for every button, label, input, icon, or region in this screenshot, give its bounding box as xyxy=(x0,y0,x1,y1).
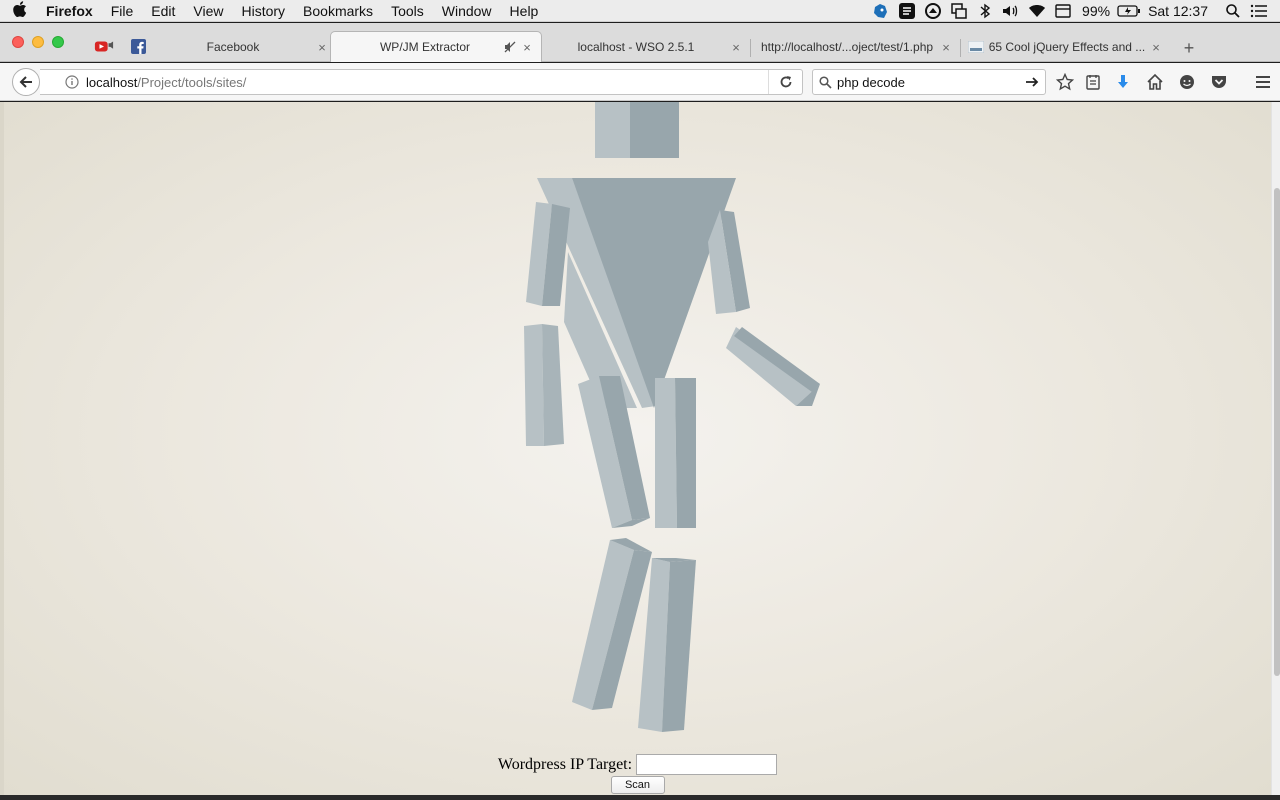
ip-target-label: Wordpress IP Target: xyxy=(497,755,633,773)
tab-title: localhost - WSO 2.5.1 xyxy=(577,40,695,54)
window-bottom-edge xyxy=(0,795,1280,800)
robot-right-thigh-front xyxy=(675,378,696,528)
scan-form: Wordpress IP Target: Scan xyxy=(4,754,1271,794)
tab-close-icon[interactable]: × xyxy=(519,40,535,55)
scan-button[interactable]: Scan xyxy=(610,776,665,794)
screen-share-icon[interactable] xyxy=(946,0,972,22)
tab-close-icon[interactable]: × xyxy=(1148,40,1164,55)
menu-help[interactable]: Help xyxy=(501,3,548,19)
bookmark-star-icon[interactable] xyxy=(1054,71,1076,93)
hello-chat-icon[interactable] xyxy=(1176,71,1198,93)
nav-bar: localhost /Project/tools/sites/ php deco… xyxy=(0,63,1280,101)
tab-wso[interactable]: localhost - WSO 2.5.1 × xyxy=(544,32,744,62)
robot-right-thigh-side xyxy=(655,378,677,528)
sync-icon[interactable] xyxy=(920,0,946,22)
tab-jquery-effects[interactable]: 65 Cool jQuery Effects and ... × xyxy=(966,32,1164,62)
facebook-icon xyxy=(130,38,146,54)
tab-title: WP/JM Extractor xyxy=(379,40,470,54)
hamburger-menu-icon[interactable] xyxy=(1252,71,1274,93)
search-bar[interactable]: php decode xyxy=(812,69,1046,95)
tab-separator xyxy=(960,39,961,57)
battery-icon[interactable] xyxy=(1116,0,1142,22)
reading-list-icon[interactable] xyxy=(1082,71,1104,93)
tab-wp-jm-extractor[interactable]: WP/JM Extractor × xyxy=(330,31,542,62)
pinned-tab-youtube[interactable] xyxy=(94,37,114,55)
search-go-icon[interactable] xyxy=(1019,76,1045,88)
menu-tools[interactable]: Tools xyxy=(382,3,433,19)
new-tab-button[interactable]: + xyxy=(1180,39,1198,57)
status-area: 99% Sat 12:37 xyxy=(868,0,1280,22)
battery-percent: 99% xyxy=(1082,3,1111,19)
menu-bookmarks[interactable]: Bookmarks xyxy=(294,3,382,19)
tab-facebook[interactable]: Facebook × xyxy=(152,32,330,62)
back-button[interactable] xyxy=(12,68,40,96)
tab-title: http://localhost/...oject/test/1.php xyxy=(760,40,934,54)
mute-icon[interactable] xyxy=(501,41,519,53)
window-controls xyxy=(12,36,64,48)
apple-icon[interactable] xyxy=(0,0,40,21)
menu-view[interactable]: View xyxy=(184,3,232,19)
tab-title: Facebook xyxy=(206,40,260,54)
minimize-window-button[interactable] xyxy=(32,36,44,48)
volume-icon[interactable] xyxy=(998,0,1024,22)
wifi-icon[interactable] xyxy=(1024,0,1050,22)
tab-close-icon[interactable]: × xyxy=(314,40,330,55)
evernote-icon[interactable] xyxy=(868,0,894,22)
ip-target-input[interactable] xyxy=(636,754,778,775)
scrollbar-thumb[interactable] xyxy=(1274,188,1280,676)
menu-bar: Firefox File Edit View History Bookmarks… xyxy=(0,0,1280,22)
info-icon[interactable] xyxy=(58,75,86,89)
bluetooth-icon[interactable] xyxy=(972,0,998,22)
robot-head-right-face xyxy=(630,102,679,158)
low-poly-robot-figure xyxy=(524,102,820,732)
menu-file[interactable]: File xyxy=(102,3,143,19)
notification-center-icon[interactable] xyxy=(1246,0,1272,22)
menu-edit[interactable]: Edit xyxy=(142,3,184,19)
close-window-button[interactable] xyxy=(12,36,24,48)
url-host: localhost xyxy=(86,74,138,90)
clock[interactable]: Sat 12:37 xyxy=(1142,3,1214,19)
downloads-icon[interactable] xyxy=(1112,71,1134,93)
home-icon[interactable] xyxy=(1144,71,1166,93)
robot-head-left-face xyxy=(595,102,630,158)
url-path: /Project/tools/sites/ xyxy=(137,74,247,90)
page-scrollbar[interactable] xyxy=(1271,102,1280,795)
pocket-icon[interactable] xyxy=(1208,71,1230,93)
back-arrow-icon xyxy=(19,76,32,88)
pinned-tab-facebook-icon[interactable] xyxy=(128,37,148,55)
url-bar[interactable]: localhost /Project/tools/sites/ xyxy=(40,69,803,95)
spotlight-search-icon[interactable] xyxy=(1220,0,1246,22)
app-menu-firefox[interactable]: Firefox xyxy=(40,3,102,19)
menu-window[interactable]: Window xyxy=(433,3,501,19)
search-input[interactable]: php decode xyxy=(837,75,1019,90)
reload-icon[interactable] xyxy=(768,70,802,94)
tab-separator xyxy=(750,39,751,57)
robot-left-forearm-front xyxy=(542,324,564,446)
menu-history[interactable]: History xyxy=(232,3,294,19)
tab-strip: Facebook × WP/JM Extractor × localhost -… xyxy=(0,23,1280,62)
tab-title: 65 Cool jQuery Effects and ... xyxy=(988,40,1146,54)
zoom-window-button[interactable] xyxy=(52,36,64,48)
tab-close-icon[interactable]: × xyxy=(728,40,744,55)
tab-localhost-test[interactable]: http://localhost/...oject/test/1.php × xyxy=(756,32,954,62)
youtube-icon xyxy=(94,41,114,52)
site-favicon-icon xyxy=(966,41,986,53)
page-content: Wordpress IP Target: Scan xyxy=(4,102,1271,795)
notes-app-icon[interactable] xyxy=(894,0,920,22)
robot-left-forearm-side xyxy=(524,324,544,446)
calendar-icon[interactable] xyxy=(1050,0,1076,22)
tab-close-icon[interactable]: × xyxy=(938,40,954,55)
search-icon xyxy=(813,75,837,89)
